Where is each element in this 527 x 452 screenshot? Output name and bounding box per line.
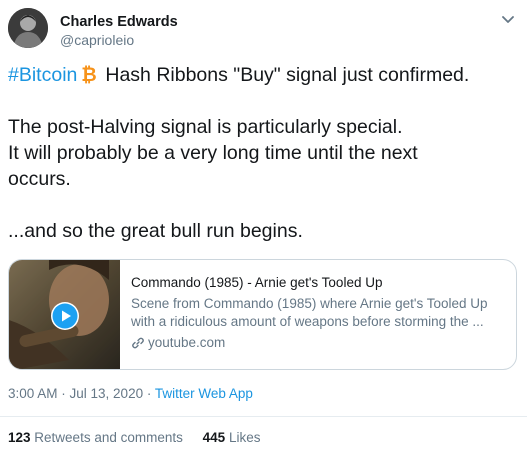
tweet-timestamp[interactable]: 3:00 AM · Jul 13, 2020 · [8,386,155,401]
user-handle[interactable]: @caprioleio [60,32,134,48]
tweet-line-text: Hash Ribbons "Buy" signal just confirmed… [105,64,470,86]
tweet-line: ...and so the great bull run begins. [8,220,303,242]
card-domain-text: youtube.com [148,335,226,350]
card-domain: youtube.com [131,334,506,352]
avatar[interactable] [8,8,48,48]
tweet-stats: 123 Retweets and comments 445 Likes [8,430,276,445]
retweets-stat[interactable]: 123 Retweets and comments [8,430,183,445]
tweet-header: Charles Edwards @caprioleio [8,8,519,52]
user-name[interactable]: Charles Edwards [60,14,178,30]
tweet-line: occurs. [8,168,71,190]
chevron-down-icon[interactable] [499,10,517,28]
card-body: Commando (1985) - Arnie get's Tooled Up … [131,274,506,352]
likes-count: 445 [202,430,226,445]
tweet-line: #Bitcoin ₿ Hash Ribbons "Buy" signal just … [8,62,519,88]
card-description: Scene from Commando (1985) where Arnie g… [131,295,506,331]
divider [0,416,527,417]
video-thumbnail[interactable] [9,260,120,369]
source-app-link[interactable]: Twitter Web App [155,386,253,401]
tweet-line: The post-Halving signal is particularly … [8,116,403,138]
card-title: Commando (1985) - Arnie get's Tooled Up [131,275,383,290]
svg-text:₿: ₿ [82,64,97,84]
retweets-label: Retweets and comments [34,430,183,445]
tweet-line: It will probably be a very long time unt… [8,142,418,164]
tweet-meta: 3:00 AM · Jul 13, 2020 · Twitter Web App [8,386,253,401]
tweet-text: #Bitcoin ₿ Hash Ribbons "Buy" signal just … [8,62,519,244]
likes-stat[interactable]: 445 Likes [203,430,261,445]
retweets-count: 123 [8,430,31,445]
hashtag-link[interactable]: #Bitcoin [8,64,77,86]
card-description-line: with a ridiculous amount of weapons befo… [131,314,484,329]
bitcoin-icon: ₿ [79,64,99,86]
likes-label: Likes [228,430,261,445]
play-icon[interactable] [50,301,80,331]
card-description-line: Scene from Commando (1985) where Arnie g… [131,296,488,311]
link-icon [132,337,144,349]
link-preview-card[interactable]: Commando (1985) - Arnie get's Tooled Up … [8,259,517,370]
